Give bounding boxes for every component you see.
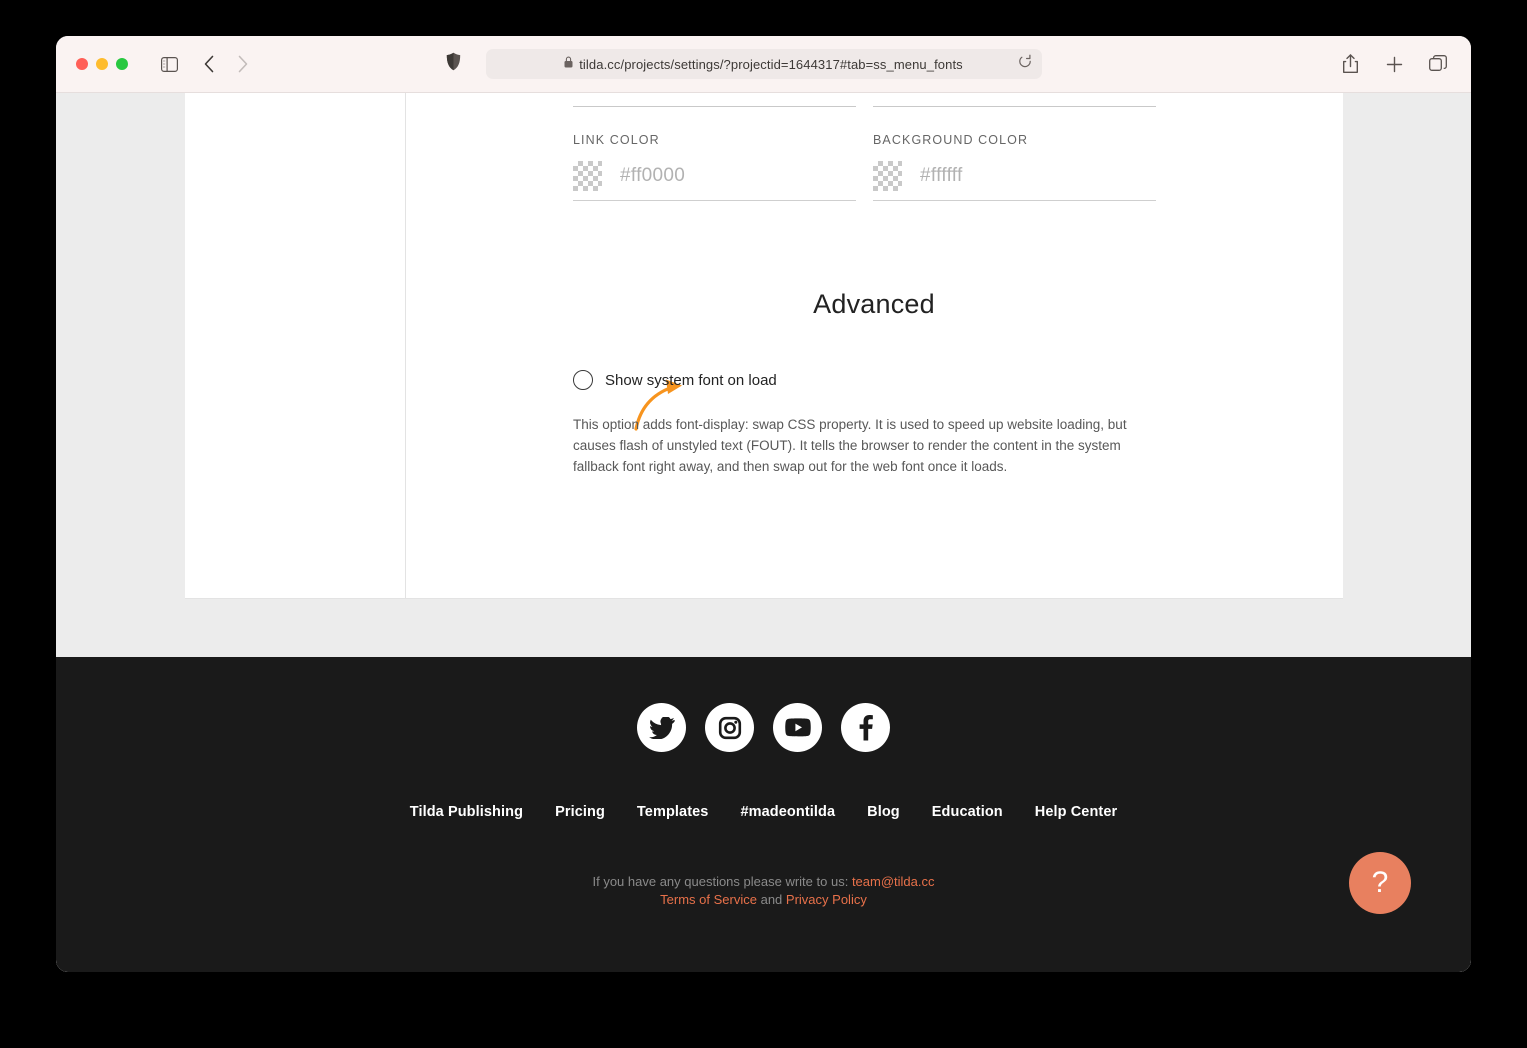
link-color-label: LINK COLOR	[573, 133, 660, 147]
panel-divider	[405, 93, 406, 598]
reload-icon[interactable]	[1018, 54, 1032, 74]
forward-chevron-icon[interactable]	[230, 51, 256, 77]
background-color-value[interactable]: #ffffff	[920, 165, 963, 187]
footer-link-madeontilda[interactable]: #madeontilda	[740, 804, 835, 820]
link-color-swatch[interactable]	[573, 161, 602, 191]
footer-link-blog[interactable]: Blog	[867, 804, 900, 820]
footer-link-education[interactable]: Education	[932, 804, 1003, 820]
footer-link-templates[interactable]: Templates	[637, 804, 709, 820]
show-system-font-on-load-label: Show system font on load	[605, 371, 777, 389]
address-bar[interactable]: tilda.cc/projects/settings/?projectid=16…	[485, 49, 1042, 79]
footer-legal-line: Terms of Service and Privacy Policy	[56, 891, 1471, 909]
background-color-label: BACKGROUND COLOR	[873, 133, 1029, 147]
facebook-icon[interactable]	[841, 703, 890, 752]
footer-contact-block: If you have any questions please write t…	[56, 873, 1471, 909]
back-chevron-icon[interactable]	[196, 51, 222, 77]
footer-and-separator: and	[760, 892, 783, 907]
twitter-icon[interactable]	[637, 703, 686, 752]
close-window-button[interactable]	[76, 58, 88, 70]
advanced-section-heading: Advanced	[813, 289, 935, 319]
background-color-field: BACKGROUND COLOR #ffffff	[873, 133, 1156, 201]
show-system-font-description: This option adds font-display: swap CSS …	[573, 417, 1127, 474]
footer-link-pricing[interactable]: Pricing	[555, 804, 605, 820]
help-button[interactable]: ?	[1349, 852, 1411, 914]
url-text: tilda.cc/projects/settings/?projectid=16…	[579, 56, 963, 72]
browser-window: tilda.cc/projects/settings/?projectid=16…	[56, 36, 1471, 972]
address-bar-container: tilda.cc/projects/settings/?projectid=16…	[56, 49, 1471, 79]
footer-link-help-center[interactable]: Help Center	[1035, 804, 1117, 820]
settings-content-panel: LINK COLOR #ff0000 BACKGROUND COLOR #fff…	[185, 93, 1343, 599]
footer-email-link[interactable]: team@tilda.cc	[852, 874, 935, 889]
background-color-swatch[interactable]	[873, 161, 902, 191]
footer-privacy-link[interactable]: Privacy Policy	[786, 892, 867, 907]
tabs-overview-icon[interactable]	[1425, 51, 1451, 77]
social-links-row	[56, 703, 1471, 752]
link-color-value[interactable]: #ff0000	[620, 165, 685, 187]
footer-contact-line: If you have any questions please write t…	[56, 873, 1471, 891]
show-system-font-option-row[interactable]: Show system font on load	[573, 370, 777, 390]
site-footer: Tilda Publishing Pricing Templates #made…	[56, 657, 1471, 972]
background-color-input-row[interactable]: #ffffff	[873, 161, 1156, 201]
link-color-input-row[interactable]: #ff0000	[573, 161, 856, 201]
titlebar-actions	[1337, 51, 1451, 77]
sidebar-toggle-icon[interactable]	[156, 51, 182, 77]
link-color-field: LINK COLOR #ff0000	[573, 133, 856, 201]
scrolled-input-underline-right	[873, 106, 1156, 107]
share-icon[interactable]	[1337, 51, 1363, 77]
youtube-icon[interactable]	[773, 703, 822, 752]
plus-icon[interactable]	[1381, 51, 1407, 77]
show-system-font-on-load-radio[interactable]	[573, 370, 593, 390]
window-controls	[76, 58, 128, 70]
lock-icon	[564, 55, 573, 73]
privacy-shield-icon[interactable]	[446, 52, 461, 76]
scrolled-input-underline-left	[573, 106, 856, 107]
footer-nav: Tilda Publishing Pricing Templates #made…	[56, 804, 1471, 820]
footer-terms-link[interactable]: Terms of Service	[660, 892, 757, 907]
maximize-window-button[interactable]	[116, 58, 128, 70]
address-bar-inner: tilda.cc/projects/settings/?projectid=16…	[564, 55, 963, 73]
footer-contact-prefix: If you have any questions please write t…	[592, 874, 849, 889]
page-viewport: LINK COLOR #ff0000 BACKGROUND COLOR #fff…	[56, 93, 1471, 972]
browser-titlebar: tilda.cc/projects/settings/?projectid=16…	[56, 36, 1471, 93]
instagram-icon[interactable]	[705, 703, 754, 752]
footer-link-tilda-publishing[interactable]: Tilda Publishing	[410, 804, 523, 820]
minimize-window-button[interactable]	[96, 58, 108, 70]
